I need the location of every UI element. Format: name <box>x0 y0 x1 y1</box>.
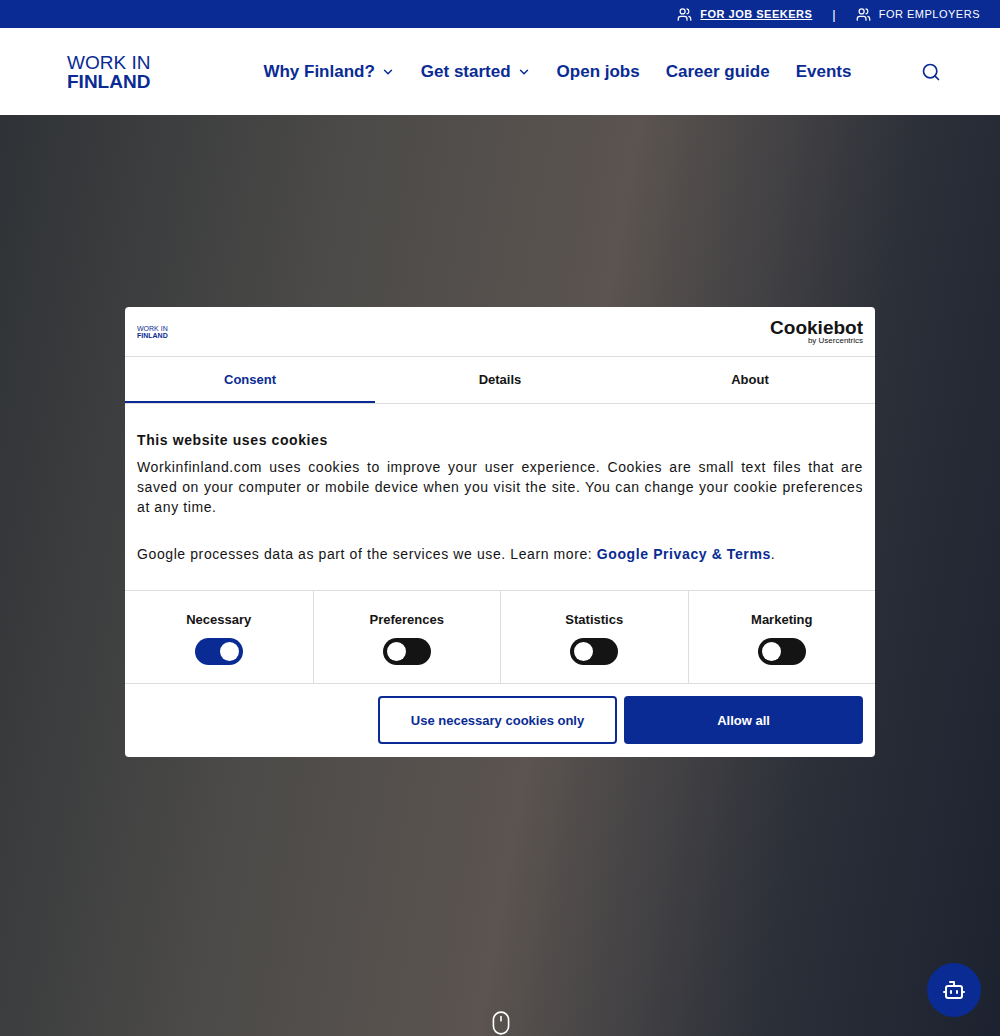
nav-item[interactable]: Get started <box>421 62 531 82</box>
consent-switch[interactable] <box>570 638 618 665</box>
audience-link[interactable]: FOR EMPLOYERS <box>856 7 980 22</box>
search-icon <box>921 62 941 82</box>
consent-switch[interactable] <box>195 638 243 665</box>
separator: | <box>832 7 835 22</box>
chevron-down-icon <box>517 65 531 79</box>
mouse-icon <box>488 1010 514 1036</box>
google-note: Google processes data as part of the ser… <box>137 544 863 564</box>
consent-button[interactable]: Use necessary cookies only <box>378 696 617 744</box>
audience-link[interactable]: FOR JOB SEEKERS <box>677 7 812 22</box>
nav-item[interactable]: Why Finland? <box>263 62 394 82</box>
dialog-body: This website uses cookies Workinfinland.c… <box>125 404 875 590</box>
main-nav: Why Finland? Get started Open jobs Career g… <box>263 62 921 82</box>
header: WORK INFINLAND Why Finland? Get started Ope… <box>0 28 1000 115</box>
scroll-indicator[interactable] <box>488 1010 514 1036</box>
toggle-column: Statistics <box>500 591 688 683</box>
people-icon <box>856 7 871 22</box>
nav-item[interactable]: Open jobs <box>557 62 640 82</box>
consent-switch[interactable] <box>758 638 806 665</box>
dialog-header: WORK INFINLAND Cookiebotby Usercentrics <box>125 307 875 357</box>
dialog-buttons: Use necessary cookies onlyAllow all <box>125 684 875 757</box>
search-button[interactable] <box>921 62 941 82</box>
dialog-logo: WORK INFINLAND <box>137 325 168 339</box>
google-link[interactable]: Google Privacy & Terms <box>597 546 771 562</box>
toggle-column: Marketing <box>688 591 876 683</box>
chat-button[interactable] <box>927 963 981 1017</box>
logo[interactable]: WORK INFINLAND <box>67 53 150 91</box>
dialog-tabs: ConsentDetailsAbout <box>125 357 875 404</box>
consent-switch[interactable] <box>383 638 431 665</box>
toggle-column: Necessary <box>125 591 313 683</box>
consent-button[interactable]: Allow all <box>624 696 863 744</box>
page: FOR JOB SEEKERS | FOR EMPLOYERS WORK INFINL… <box>0 0 1000 1036</box>
cookiebot-logo: Cookiebotby Usercentrics <box>770 318 863 345</box>
people-icon <box>677 7 692 22</box>
nav-item[interactable]: Career guide <box>666 62 770 82</box>
bot-icon <box>942 978 966 1002</box>
dialog-tab[interactable]: Details <box>375 357 625 403</box>
dialog-tab[interactable]: Consent <box>125 357 375 403</box>
cookie-dialog: WORK INFINLAND Cookiebotby Usercentrics Co… <box>125 307 875 757</box>
nav-item[interactable]: Events <box>796 62 852 82</box>
consent-toggles: NecessaryPreferencesStatisticsMarketing <box>125 590 875 684</box>
toggle-column: Preferences <box>313 591 501 683</box>
dialog-text: Workinfinland.com uses cookies to improv… <box>137 457 863 517</box>
top-bar: FOR JOB SEEKERS | FOR EMPLOYERS <box>0 0 1000 28</box>
dialog-tab[interactable]: About <box>625 357 875 403</box>
dialog-title: This website uses cookies <box>137 430 863 450</box>
chevron-down-icon <box>381 65 395 79</box>
